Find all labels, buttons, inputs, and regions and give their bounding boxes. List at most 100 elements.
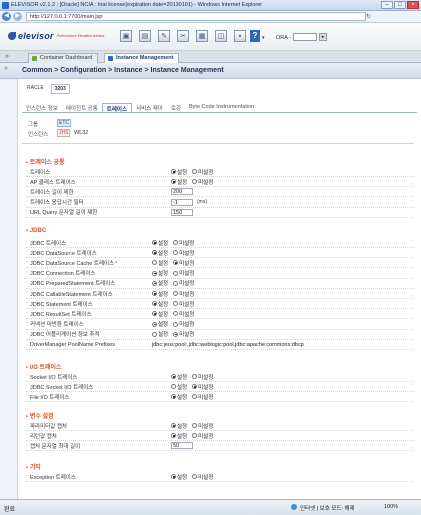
monitor-icon[interactable]: ▣ [120, 30, 132, 42]
radio-enabled[interactable]: 설정 [152, 310, 168, 318]
server-tab-racle[interactable]: RACLE [24, 84, 47, 94]
tab-agent-common[interactable]: 에이전트 공통 [62, 103, 102, 112]
setting-input[interactable]: 200 [171, 188, 193, 196]
radio-button[interactable] [192, 179, 198, 185]
radio-disabled[interactable]: 미설정 [173, 269, 194, 277]
radio-disabled[interactable]: 미설정 [192, 373, 213, 381]
radio-disabled[interactable]: 미설정 [173, 310, 194, 318]
radio-button[interactable] [171, 384, 176, 390]
radio-button[interactable] [192, 394, 198, 400]
radio-button[interactable] [173, 301, 179, 307]
close-icon[interactable]: × [407, 1, 419, 9]
settings-icon[interactable]: ✎ [158, 30, 170, 42]
radio-disabled[interactable]: 미설정 [192, 393, 213, 401]
radio-enabled[interactable]: 설정 [152, 279, 168, 287]
radio-enabled[interactable]: 설정 [152, 330, 168, 338]
radio-disabled[interactable]: 미설정 [173, 259, 194, 267]
config-icon[interactable]: ◫ [215, 30, 227, 42]
radio-button[interactable] [152, 291, 157, 296]
radio-disabled[interactable]: 미설정 [192, 383, 213, 391]
radio-disabled[interactable]: 미설정 [173, 320, 194, 328]
radio-disabled[interactable]: 미설정 [192, 178, 213, 186]
radio-enabled[interactable]: 설정 [171, 178, 187, 186]
radio-button[interactable] [192, 374, 198, 379]
radio-disabled[interactable]: 미설정 [173, 279, 194, 287]
radio-enabled[interactable]: 설정 [152, 249, 168, 257]
expand-icon[interactable]: » [5, 53, 9, 60]
radio-button[interactable] [171, 474, 176, 479]
radio-button[interactable] [171, 423, 176, 428]
radio-disabled[interactable]: 미설정 [173, 300, 194, 308]
radio-disabled[interactable]: 미설정 [173, 249, 194, 257]
zoom-level[interactable]: 100% [384, 504, 398, 510]
alert-icon[interactable]: ▦ [196, 30, 208, 42]
radio-button[interactable] [173, 331, 179, 337]
tab-container-dashboard[interactable]: Container Dashboard [28, 53, 99, 63]
radio-button[interactable] [192, 423, 198, 428]
radio-button[interactable] [152, 270, 157, 276]
group-value[interactable]: ETC [57, 119, 71, 127]
radio-button[interactable] [152, 301, 157, 307]
back-icon[interactable]: ◀ [2, 12, 11, 21]
maximize-icon[interactable]: □ [394, 1, 406, 9]
radio-enabled[interactable]: 설정 [171, 383, 187, 391]
radio-button[interactable] [173, 250, 179, 256]
ora-go-button[interactable]: ▸ [319, 33, 327, 41]
radio-button[interactable] [171, 179, 176, 185]
radio-enabled[interactable]: 설정 [171, 393, 187, 401]
radio-button[interactable] [173, 321, 179, 327]
radio-button[interactable] [152, 280, 157, 286]
radio-enabled[interactable]: 설정 [152, 300, 168, 308]
radio-button[interactable] [192, 433, 198, 439]
instance-extra[interactable]: WL32 [74, 130, 88, 136]
screen-icon[interactable]: ▪ [234, 30, 246, 42]
report-icon[interactable]: ▤ [139, 30, 151, 42]
radio-disabled[interactable]: 미설정 [192, 473, 213, 481]
radio-disabled[interactable]: 미설정 [192, 422, 213, 430]
tab-service-control[interactable]: 서비스 제어 [132, 103, 167, 112]
radio-button[interactable] [152, 321, 157, 327]
tab-instance-info[interactable]: 인스턴스 정보 [22, 103, 62, 112]
radio-button[interactable] [192, 384, 198, 390]
server-tab-3203[interactable]: 3203 [50, 84, 70, 94]
radio-enabled[interactable]: 설정 [152, 290, 168, 298]
radio-button[interactable] [152, 331, 157, 337]
radio-button[interactable] [192, 474, 198, 479]
radio-enabled[interactable]: 설정 [152, 239, 168, 247]
tab-bci[interactable]: Byte Code Instrumentation [185, 103, 258, 112]
radio-enabled[interactable]: 설정 [152, 269, 168, 277]
setting-input[interactable]: -1 [171, 198, 193, 206]
radio-button[interactable] [152, 240, 157, 245]
setting-text-value[interactable]: jdbc:jeus:pool:,jdbc:weblogic:pool,jdbc:… [152, 342, 304, 348]
radio-button[interactable] [171, 169, 176, 174]
radio-button[interactable] [192, 169, 198, 174]
radio-enabled[interactable]: 설정 [152, 320, 168, 328]
radio-enabled[interactable]: 설정 [171, 432, 187, 440]
radio-button[interactable] [173, 311, 179, 317]
radio-enabled[interactable]: 설정 [171, 168, 187, 176]
radio-disabled[interactable]: 미설정 [173, 290, 194, 298]
url-field[interactable]: http://127.0.0.1:7700/main.jsp [26, 12, 366, 21]
radio-button[interactable] [171, 374, 176, 379]
tab-trace[interactable]: 트레이스 [101, 103, 133, 113]
radio-button[interactable] [152, 250, 157, 256]
radio-enabled[interactable]: 설정 [171, 373, 187, 381]
radio-button[interactable] [171, 433, 176, 439]
setting-input[interactable]: 50 [171, 442, 193, 450]
radio-disabled[interactable]: 미설정 [192, 432, 213, 440]
radio-button[interactable] [171, 394, 176, 400]
radio-disabled[interactable]: 미설정 [173, 239, 194, 247]
collapse-icon[interactable]: » [4, 65, 8, 72]
minimize-icon[interactable]: – [381, 1, 393, 9]
radio-disabled[interactable]: 미설정 [173, 330, 194, 338]
refresh-icon[interactable]: ↻ [366, 13, 371, 20]
radio-disabled[interactable]: 미설정 [192, 168, 213, 176]
ora-select[interactable] [293, 33, 317, 41]
radio-button[interactable] [152, 311, 157, 317]
setting-input[interactable]: 150 [171, 208, 193, 216]
instance-value[interactable]: JHS [57, 129, 71, 137]
radio-button[interactable] [173, 280, 179, 286]
radio-enabled[interactable]: 설정 [171, 473, 187, 481]
radio-button[interactable] [173, 260, 179, 266]
radio-button[interactable] [152, 260, 157, 266]
